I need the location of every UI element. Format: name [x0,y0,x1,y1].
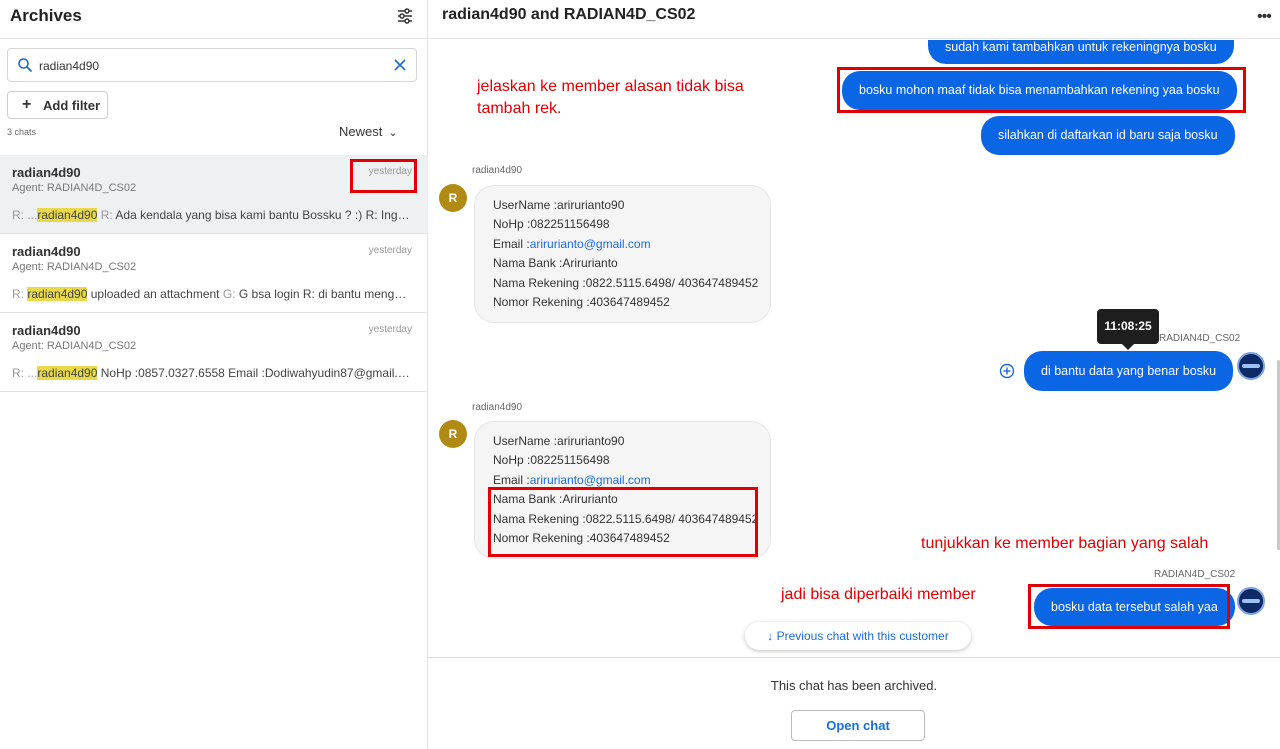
chat-list-item[interactable]: radian4d90 Agent: RADIAN4D_CS02 yesterda… [0,234,428,313]
sender-name: radian4d90 [472,402,523,413]
app-window: Archives + Add filter [0,0,1280,749]
archives-title: Archives [10,6,82,25]
annotation-box [837,67,1246,113]
sender-name: RADIAN4D_CS02 [1159,333,1241,344]
message-outgoing: silahkan di daftarkan id baru saja bosku [981,116,1235,155]
preview-sep: R: [100,208,113,222]
chat-preview: R: radian4d90 uploaded an attachment G: … [12,287,410,301]
conversation-title: radian4d90 and RADIAN4D_CS02 [442,6,696,23]
annotation-box [488,487,758,557]
agent-avatar [1237,587,1265,615]
customer-avatar: R [439,420,467,448]
message-line: Nomor Rekening :403647489452 [493,295,670,309]
add-reaction-icon[interactable] [999,363,1015,379]
annotation-text: tunjukkan ke member bagian yang salah [921,535,1209,552]
sender-name: RADIAN4D_CS02 [1154,569,1236,580]
message-incoming: UserName :arirurianto90 NoHp :0822511564… [474,185,771,323]
close-icon[interactable] [392,57,408,73]
filter-settings-icon[interactable] [397,8,413,24]
email-label: Email : [493,237,530,251]
preview-sep: G: [222,287,236,301]
archived-footer: This chat has been archived. Open chat [428,657,1280,749]
chat-preview: R: ...radian4d90 NoHp :0857.0327.6558 Em… [12,366,410,380]
preview-rest: uploaded an attachment [87,287,223,301]
annotation-box [350,159,417,193]
preview-prefix: R: ... [12,366,38,380]
annotation-line: tambah rek. [477,100,562,117]
chat-time: yesterday [368,245,412,256]
message-line: NoHp :082251156498 [493,453,610,467]
agent-avatar [1237,352,1265,380]
customer-avatar: R [439,184,467,212]
email-label: Email : [493,473,530,487]
preview-tail: G bsa login R: di bantu menggunakan data… [238,287,410,301]
chat-agent: Agent: RADIAN4D_CS02 [12,182,137,194]
search-box [7,48,417,82]
more-options-icon[interactable]: ••• [1257,8,1272,26]
preview-prefix: R: [12,287,28,301]
message-line: Nama Bank :Arirurianto [493,256,618,270]
chevron-down-icon: ⌄ [388,127,398,139]
conversation-panel: radian4d90 and RADIAN4D_CS02 ••• sudah k… [428,0,1280,749]
search-icon [18,58,33,73]
archived-notice: This chat has been archived. [770,678,938,693]
chat-list-item[interactable]: radian4d90 Agent: RADIAN4D_CS02 yesterda… [0,313,428,392]
annotation-box [1028,584,1230,629]
annotation-text: jadi bisa diperbaiki member [781,586,976,603]
message-line: UserName :arirurianto90 [493,198,625,212]
archives-panel: Archives + Add filter [0,0,428,749]
chat-name: radian4d90 [12,244,81,259]
search-highlight: radian4d90 [37,366,98,380]
chat-name: radian4d90 [12,165,81,180]
add-filter-label: Add filter [43,98,101,113]
email-link[interactable]: arirurianto@gmail.com [530,473,651,487]
message-line: Nama Rekening :0822.5115.6498/ 403647489… [493,276,759,290]
search-highlight: radian4d90 [27,287,88,301]
timestamp-tooltip: 11:08:25 [1097,309,1159,350]
message-line: Email :arirurianto@gmail.com [493,237,651,251]
message-text: silahkan di daftarkan id baru saja bosku [998,128,1218,142]
archives-header: Archives [0,0,427,39]
message-outgoing: sudah kami tambahkan untuk rekeningnya b… [928,40,1234,64]
email-link[interactable]: arirurianto@gmail.com [530,237,651,251]
search-highlight: radian4d90 [37,208,98,222]
sender-name: radian4d90 [472,165,523,176]
message-outgoing: di bantu data yang benar bosku [1024,351,1234,391]
sort-dropdown[interactable]: Newest ⌄ [339,124,398,139]
chat-preview: R: ...radian4d90 R: Ada kendala yang bis… [12,208,410,222]
open-chat-button[interactable]: Open chat [791,710,925,741]
plus-icon: + [22,96,32,113]
previous-chat-button[interactable]: ↓ Previous chat with this customer [745,622,971,650]
chat-agent: Agent: RADIAN4D_CS02 [12,261,137,273]
message-line: UserName :arirurianto90 [493,434,625,448]
annotation-text: jelaskan ke member alasan tidak bisa tamb… [477,76,744,120]
preview-prefix: R: ... [12,208,38,222]
annotation-line: jelaskan ke member alasan tidak bisa [477,78,744,95]
message-line: Email :arirurianto@gmail.com [493,473,651,487]
search-input[interactable] [39,56,369,76]
chat-name: radian4d90 [12,323,81,338]
message-text: di bantu data yang benar bosku [1041,364,1217,378]
message-line: NoHp :082251156498 [493,217,610,231]
chat-agent: Agent: RADIAN4D_CS02 [12,340,137,352]
message-text: sudah kami tambahkan untuk rekeningnya b… [945,40,1217,54]
chat-count: 3 chats [7,127,37,137]
sort-label: Newest [339,124,383,139]
add-filter-button[interactable]: + Add filter [7,91,108,119]
preview-rest: NoHp :0857.0327.6558 Email :Dodiwahyudin… [97,366,410,380]
conversation-header: radian4d90 and RADIAN4D_CS02 ••• [428,0,1280,39]
chat-time: yesterday [368,324,412,335]
preview-tail: Ada kendala yang bisa kami bantu Bossku … [115,208,410,222]
